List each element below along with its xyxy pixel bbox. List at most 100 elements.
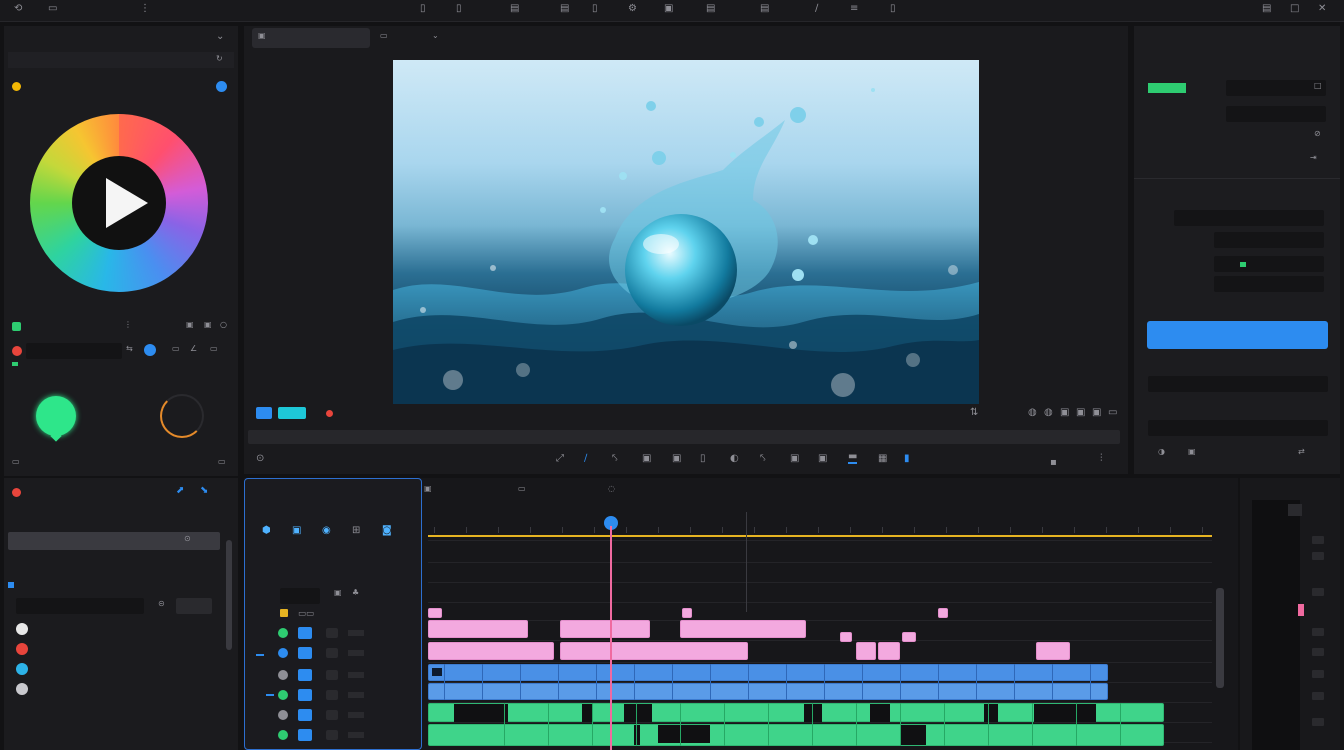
mixer-option[interactable] (1312, 552, 1324, 560)
green-progress[interactable] (1148, 83, 1186, 93)
close-icon[interactable]: ✕ (1318, 4, 1326, 14)
tool-icon[interactable]: ⫶ (1100, 454, 1103, 464)
media-field[interactable] (16, 598, 144, 614)
record-icon[interactable] (12, 346, 22, 356)
tool-icon[interactable]: ◑ (1158, 448, 1165, 456)
track-lock-icon[interactable] (280, 609, 288, 617)
blue-clip[interactable] (428, 664, 1108, 681)
scrub-bar[interactable] (248, 430, 1120, 444)
track-tool-icon[interactable]: ⊞ (352, 526, 360, 536)
tool-icon[interactable]: ▣ (1188, 448, 1196, 456)
track-option[interactable] (348, 712, 364, 718)
tool-icon-active[interactable]: ▬ (848, 452, 858, 464)
track-option[interactable] (326, 710, 338, 720)
timeline-ruler[interactable] (428, 512, 1218, 536)
badge-blue[interactable] (256, 407, 272, 419)
timeline-scrollbar[interactable] (1216, 588, 1224, 688)
value-field[interactable] (1214, 276, 1324, 292)
tool-icon[interactable]: ▪ (1050, 458, 1057, 468)
chevron-down-icon[interactable]: ⌄ (216, 32, 224, 42)
orange-ring-knob[interactable] (160, 394, 204, 438)
track-option[interactable] (348, 672, 364, 678)
avatar[interactable] (16, 623, 28, 635)
value-field[interactable] (1148, 376, 1328, 392)
track-enable-toggle[interactable] (298, 709, 312, 721)
pink-clip[interactable] (560, 642, 748, 660)
track-tool-icon[interactable]: ⬢ (262, 526, 271, 536)
pink-clip[interactable] (682, 608, 692, 618)
tool-icon[interactable]: ▤ (760, 4, 769, 14)
minimize-icon[interactable]: □ (1290, 4, 1299, 14)
loop-icon[interactable]: ⇅ (970, 408, 978, 418)
import-icon[interactable]: ⬊ (200, 486, 208, 496)
track-type-icon[interactable] (278, 690, 288, 700)
media-field[interactable] (176, 598, 212, 614)
pink-clip[interactable] (428, 608, 442, 618)
tool-icon[interactable]: ▯ (700, 454, 706, 464)
pink-clip[interactable] (902, 632, 916, 642)
track-type-icon[interactable] (278, 628, 288, 638)
mixer-option[interactable] (1312, 692, 1324, 700)
import-icon[interactable]: ⬈ (176, 486, 184, 496)
value-field[interactable] (1226, 106, 1326, 122)
tool-icon[interactable]: ▣ (672, 454, 681, 464)
value-field[interactable] (1214, 232, 1324, 248)
tool-icon[interactable]: ▯ (592, 4, 598, 14)
badge-cyan[interactable] (278, 407, 306, 419)
tool-icon[interactable]: ◐ (730, 454, 739, 464)
track-icon[interactable]: ▣ (334, 589, 342, 597)
playhead-line[interactable] (610, 526, 612, 750)
green-clip[interactable] (428, 724, 1164, 746)
layout-icon[interactable]: ▤ (1262, 4, 1271, 14)
refresh-icon[interactable]: ↻ (216, 55, 223, 63)
track-tool-icon[interactable]: ◙ (382, 526, 392, 536)
tool-icon[interactable]: ▤ (706, 4, 715, 14)
tool-icon[interactable]: ▣ (790, 454, 799, 464)
option-icon[interactable]: ▣ (204, 321, 212, 329)
options-icon[interactable]: ▣ (1092, 408, 1101, 418)
option-icon[interactable]: ▣ (186, 321, 194, 329)
track-option[interactable] (348, 650, 364, 656)
pink-clip[interactable] (560, 620, 650, 638)
search-icon[interactable]: ⊙ (184, 535, 191, 543)
pink-clip[interactable] (938, 608, 948, 618)
track-option[interactable] (326, 648, 338, 658)
tool-icon[interactable]: ▯ (456, 4, 462, 14)
track-option[interactable] (348, 732, 364, 738)
tool-icon[interactable]: ▣ (642, 454, 651, 464)
fullscreen-icon[interactable]: ⊙ (256, 454, 264, 464)
value-field[interactable] (1214, 256, 1324, 272)
track-enable-toggle[interactable] (298, 627, 312, 639)
tool-icon[interactable]: ▤ (560, 4, 569, 14)
track-icon[interactable]: ♣ (352, 589, 359, 597)
settings-icon[interactable]: ⚙ (628, 4, 637, 14)
preview-tab-active[interactable] (252, 28, 370, 48)
pink-clip[interactable] (680, 620, 806, 638)
pink-clip[interactable] (840, 632, 852, 642)
meter-button[interactable] (1288, 504, 1302, 516)
video-frame[interactable] (393, 60, 979, 404)
value-field[interactable] (26, 343, 122, 359)
track-type-icon[interactable] (278, 670, 288, 680)
pink-clip[interactable] (428, 642, 554, 660)
value-field[interactable] (1174, 210, 1324, 226)
toggle-icon[interactable] (144, 344, 156, 356)
mixer-option[interactable] (1312, 670, 1324, 678)
track-option[interactable] (348, 630, 364, 636)
checkbox-icon[interactable] (8, 582, 14, 588)
option-icon[interactable]: ○ (220, 321, 227, 329)
link-icon[interactable]: ⊘ (1314, 130, 1321, 138)
app-logo-icon[interactable]: ⟲ (14, 4, 22, 14)
option-icon[interactable]: ▭ (210, 345, 218, 353)
tool-icon[interactable]: ▯ (890, 4, 896, 14)
expand-icon[interactable]: ▭ (12, 458, 20, 466)
tool-icon[interactable]: ⇄ (1298, 448, 1305, 456)
track-tool-icon[interactable]: ◉ (322, 526, 331, 536)
blue-clip[interactable] (428, 683, 1108, 700)
options-icon[interactable]: ▭ (1108, 408, 1117, 418)
tool-icon[interactable]: ▤ (510, 4, 519, 14)
file-menu-icon[interactable]: ▭ (48, 4, 57, 14)
pink-clip[interactable] (428, 620, 528, 638)
audio-icon[interactable]: ◍ (1028, 408, 1037, 418)
track-type-icon[interactable] (278, 648, 288, 658)
